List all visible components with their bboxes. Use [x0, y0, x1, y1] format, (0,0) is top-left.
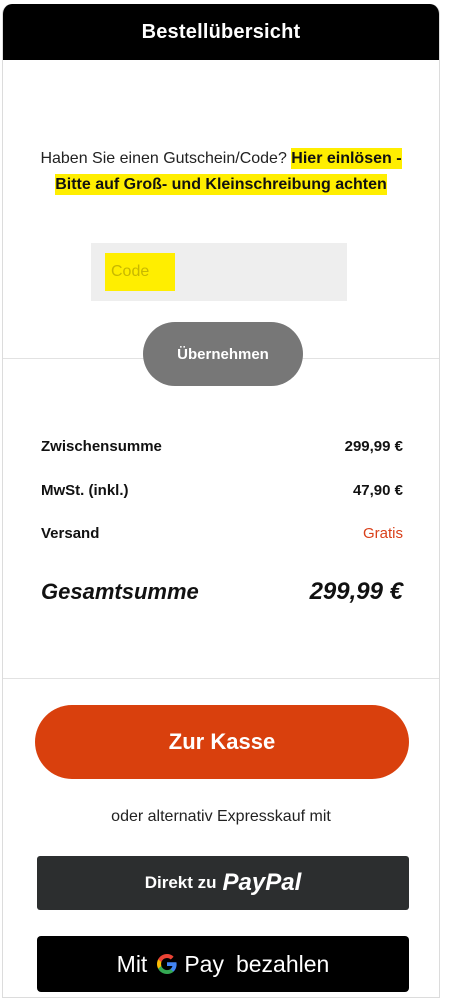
code-field-wrapper — [91, 243, 347, 301]
gpay-brand: Pay — [184, 950, 224, 977]
coupon-question: Haben Sie einen Gutschein/Code? — [40, 150, 287, 167]
grand-total-value: 299,99 € — [309, 578, 403, 605]
shipping-row: Versand Gratis — [41, 525, 403, 542]
google-pay-button[interactable]: Mit Pay bezahlen — [37, 936, 409, 992]
shipping-label: Versand — [41, 525, 100, 542]
paypal-button[interactable]: Direkt zu PayPal — [37, 856, 409, 910]
shipping-value: Gratis — [362, 525, 403, 542]
grand-total-label: Gesamtsumme — [41, 579, 199, 604]
tax-label: MwSt. (inkl.) — [41, 482, 129, 499]
google-g-icon — [155, 952, 179, 976]
paypal-logo: PayPal — [222, 869, 302, 896]
express-checkout-intro: oder alternativ Expresskauf mit — [111, 808, 331, 825]
tax-row: MwSt. (inkl.) 47,90 € — [41, 482, 403, 499]
subtotal-row: Zwischensumme 299,99 € — [41, 438, 403, 455]
coupon-prompt: Haben Sie einen Gutschein/Code? Hier ein… — [33, 146, 409, 198]
gpay-suffix: bezahlen — [235, 950, 330, 977]
subtotal-value: 299,99 € — [344, 438, 403, 455]
page-title: Bestellübersicht — [141, 20, 301, 43]
totals-section: Zwischensumme 299,99 € MwSt. (inkl.) 47,… — [3, 358, 439, 679]
tax-value: 47,90 € — [352, 482, 403, 499]
gpay-prefix: Mit — [116, 950, 148, 977]
paypal-prefix: Direkt zu — [144, 873, 217, 892]
order-summary-header: Bestellübersicht — [3, 4, 439, 60]
order-summary-panel: Bestellübersicht Haben Sie einen Gutsche… — [2, 4, 440, 998]
coupon-code-input[interactable] — [105, 253, 175, 291]
checkout-button[interactable]: Zur Kasse — [35, 705, 409, 779]
subtotal-label: Zwischensumme — [41, 438, 162, 455]
grand-total-row: Gesamtsumme 299,99 € — [41, 578, 403, 606]
coupon-section: Haben Sie einen Gutschein/Code? Hier ein… — [3, 60, 439, 386]
